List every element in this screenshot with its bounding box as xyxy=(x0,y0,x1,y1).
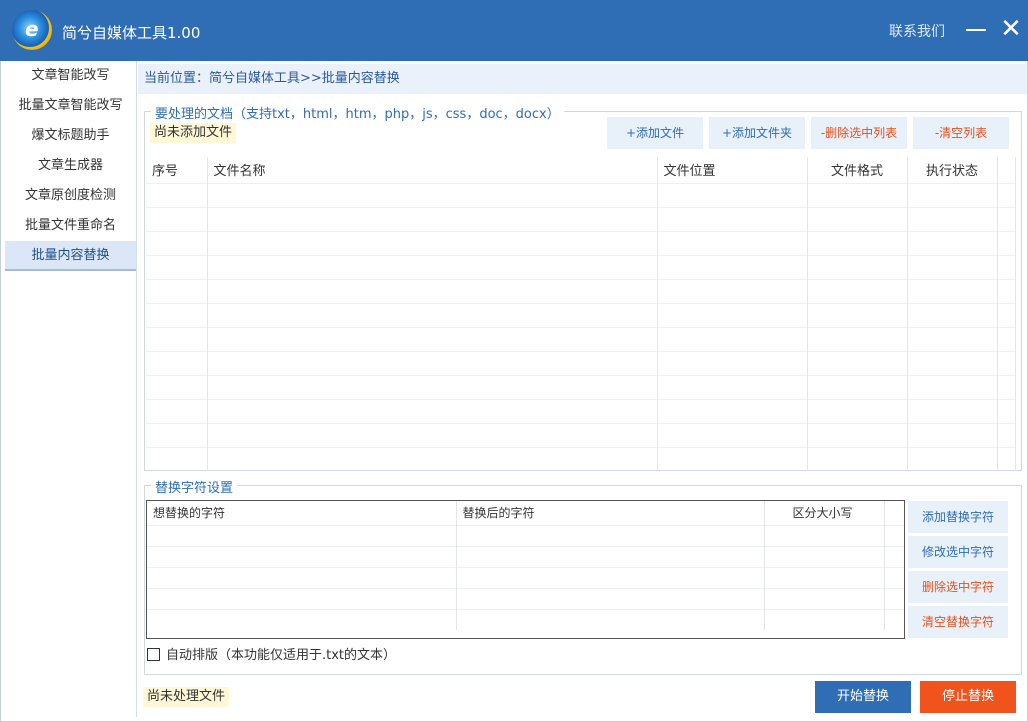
column-header-location[interactable]: 文件位置 xyxy=(657,157,808,183)
auto-format-label: 自动排版（本功能仅适用于.txt的文本） xyxy=(166,648,397,663)
table-row xyxy=(146,278,1016,303)
column-header-index[interactable]: 序号 xyxy=(146,157,208,183)
column-header-case-sensitive[interactable]: 区分大小写 xyxy=(764,501,885,525)
replace-table: 想替换的字符 替换后的字符 区分大小写 xyxy=(147,501,904,630)
sidebar-item-originality-check[interactable]: 文章原创度检测 xyxy=(5,181,136,211)
table-row xyxy=(146,206,1016,231)
stop-replace-button[interactable]: 停止替换 xyxy=(920,681,1016,713)
table-row xyxy=(146,374,1016,399)
table-row xyxy=(146,422,1016,447)
sidebar-item-batch-article-rewrite[interactable]: 批量文章智能改写 xyxy=(5,91,136,121)
column-header-find[interactable]: 想替换的字符 xyxy=(147,501,457,525)
add-folder-button[interactable]: +添加文件夹 xyxy=(709,117,805,149)
table-row xyxy=(147,587,904,609)
file-table: 序号 文件名称 文件位置 文件格式 执行状态 xyxy=(146,157,1016,471)
contact-us-link[interactable]: 联系我们 xyxy=(889,21,945,41)
table-row xyxy=(146,302,1016,327)
table-row xyxy=(146,254,1016,279)
column-header-status[interactable]: 执行状态 xyxy=(907,157,998,183)
files-status: 尚未添加文件 xyxy=(150,123,237,143)
table-row xyxy=(146,398,1016,423)
auto-format-option[interactable]: 自动排版（本功能仅适用于.txt的文本） xyxy=(147,647,396,665)
close-icon[interactable]: ✕ xyxy=(998,16,1024,42)
auto-format-checkbox[interactable] xyxy=(147,648,160,661)
table-row xyxy=(146,182,1016,207)
sidebar-item-batch-rename[interactable]: 批量文件重命名 xyxy=(5,211,136,241)
main-panel: 当前位置：简兮自媒体工具>>批量内容替换 要处理的文档（支持txt，html，h… xyxy=(138,61,1028,722)
clear-file-list-button[interactable]: -清空列表 xyxy=(913,117,1009,149)
sidebar-item-batch-replace[interactable]: 批量内容替换 xyxy=(5,241,136,271)
column-header-format[interactable]: 文件格式 xyxy=(807,157,908,183)
app-logo-icon: e xyxy=(12,10,52,50)
title-bar: e 简兮自媒体工具1.00 联系我们 ✕ xyxy=(0,0,1028,61)
table-row xyxy=(147,545,904,567)
table-row xyxy=(147,524,904,546)
breadcrumb: 当前位置：简兮自媒体工具>>批量内容替换 xyxy=(138,64,1028,94)
column-header-replace-with[interactable]: 替换后的字符 xyxy=(456,501,765,525)
files-group-legend: 要处理的文档（支持txt，html，htm，php，js，css，doc，doc… xyxy=(151,103,564,122)
sidebar-nav: 文章智能改写 批量文章智能改写 爆文标题助手 文章生成器 文章原创度检测 批量文… xyxy=(5,61,137,717)
clear-replace-rules-button[interactable]: 清空替换字符 xyxy=(908,606,1008,638)
add-file-button[interactable]: +添加文件 xyxy=(607,117,703,149)
process-status: 尚未处理文件 xyxy=(143,687,230,707)
start-replace-button[interactable]: 开始替换 xyxy=(815,681,911,713)
sidebar-item-article-generator[interactable]: 文章生成器 xyxy=(5,151,136,181)
column-header-filename[interactable]: 文件名称 xyxy=(207,157,658,183)
app-title: 简兮自媒体工具1.00 xyxy=(62,24,201,42)
minimize-icon[interactable] xyxy=(964,18,988,42)
table-row xyxy=(147,608,904,630)
table-row xyxy=(146,446,1016,471)
sidebar-item-article-rewrite[interactable]: 文章智能改写 xyxy=(5,61,136,91)
delete-replace-rule-button[interactable]: 删除选中字符 xyxy=(908,571,1008,603)
modify-replace-rule-button[interactable]: 修改选中字符 xyxy=(908,536,1008,568)
table-row xyxy=(146,326,1016,351)
replace-group-legend: 替换字符设置 xyxy=(151,477,238,496)
replace-table-body xyxy=(147,524,904,630)
file-table-body xyxy=(146,182,1016,471)
add-replace-rule-button[interactable]: 添加替换字符 xyxy=(908,501,1008,533)
delete-selected-files-button[interactable]: -删除选中列表 xyxy=(811,117,907,149)
table-row xyxy=(147,566,904,588)
sidebar-item-headline-helper[interactable]: 爆文标题助手 xyxy=(5,121,136,151)
replace-table-frame: 想替换的字符 替换后的字符 区分大小写 xyxy=(146,500,905,639)
table-row xyxy=(146,350,1016,375)
table-row xyxy=(146,230,1016,255)
